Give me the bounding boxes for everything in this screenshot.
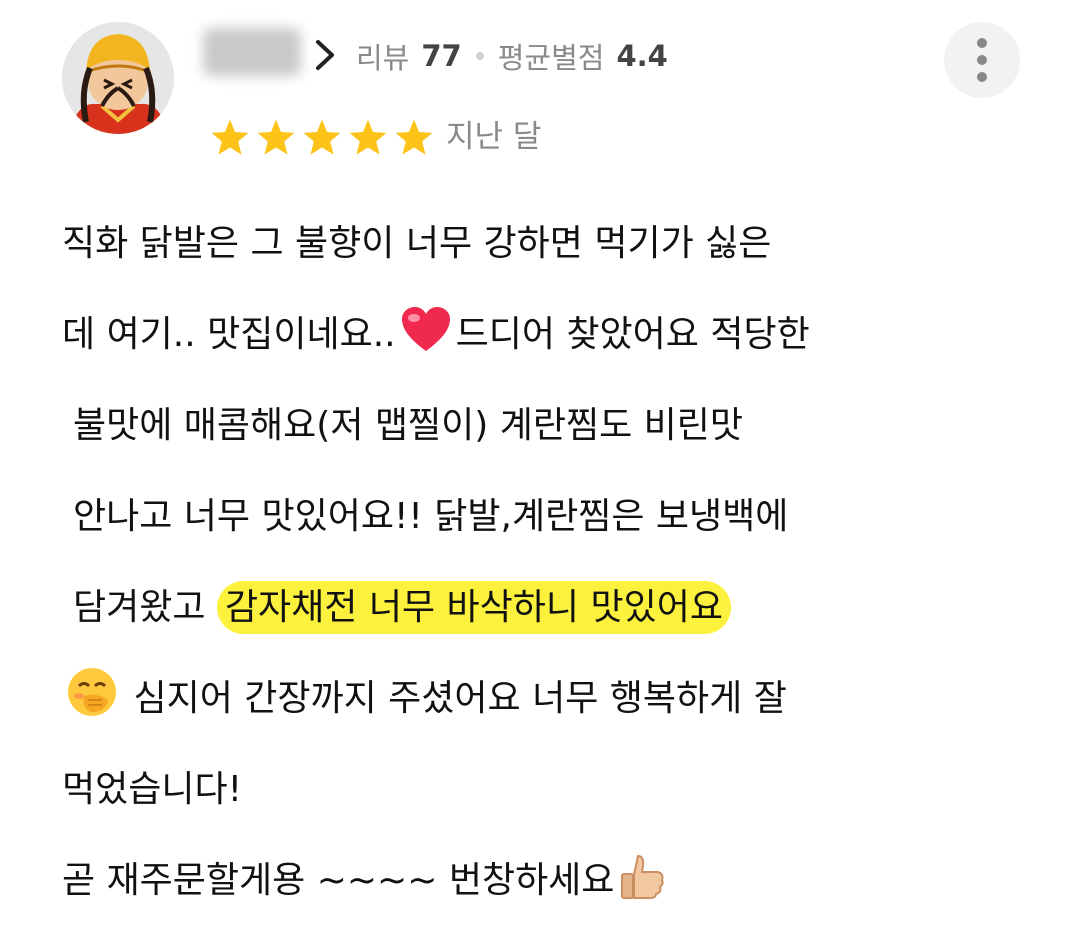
star-icon bbox=[349, 119, 387, 155]
review-date: 지난 달 bbox=[446, 119, 542, 155]
separator-dot bbox=[475, 52, 484, 60]
chevron-right-icon[interactable] bbox=[312, 38, 338, 72]
more-options-button[interactable] bbox=[944, 22, 1020, 98]
face-with-hand-over-mouth-emoji bbox=[68, 668, 116, 716]
star-icon bbox=[303, 119, 341, 155]
review-line: 안나고 너무 맛있어요!! 닭발,계란찜은 보냉백에 bbox=[73, 496, 789, 537]
highlighted-text: 감자채전 너무 바삭하니 맛있어요 bbox=[216, 581, 731, 634]
avg-rating-value: 4.4 bbox=[616, 39, 668, 73]
review-text-segment: 심지어 간장까지 주셨어요 너무 행복하게 잘 bbox=[133, 678, 787, 719]
review-line: 먹었습니다! bbox=[62, 769, 243, 810]
review-text-segment: 데 여기.. 맛집이네요.. bbox=[62, 314, 396, 355]
review-line: 담겨왔고 감자채전 너무 바삭하니 맛있어요 bbox=[62, 562, 1052, 653]
review-line: 직화 닭발은 그 불향이 너무 강하면 먹기가 싫은 bbox=[62, 223, 772, 264]
review-text-segment: 드디어 찾았어요 적당한 bbox=[455, 314, 810, 355]
avg-rating-label: 평균별점 bbox=[497, 41, 605, 75]
avatar-character-icon bbox=[62, 22, 174, 134]
heart-emoji bbox=[401, 307, 450, 351]
reviewer-meta: 리뷰 77 평균별점 4.4 bbox=[356, 34, 668, 78]
username-blurred[interactable] bbox=[203, 28, 301, 76]
review-text-segment: 곧 재주문할게용 ~~~~ 번창하세요 bbox=[62, 860, 615, 901]
review-line: 불맛에 매콤해요(저 맵찔이) 계란찜도 비린맛 bbox=[73, 405, 744, 446]
review-text-segment: 담겨왔고 bbox=[73, 587, 206, 628]
review-line: 심지어 간장까지 주셨어요 너무 행복하게 잘 bbox=[62, 653, 1052, 744]
star-icon bbox=[211, 119, 249, 155]
star-icon bbox=[395, 119, 433, 155]
more-vertical-icon bbox=[977, 38, 987, 48]
star-icon bbox=[257, 119, 295, 155]
thumbs-up-emoji bbox=[621, 854, 665, 899]
review-count-value: 77 bbox=[421, 39, 462, 73]
rating-stars bbox=[208, 117, 438, 159]
review-count-label: 리뷰 bbox=[356, 41, 410, 75]
avatar[interactable] bbox=[62, 22, 174, 134]
review-line: 곧 재주문할게용 ~~~~ 번창하세요 bbox=[62, 835, 1052, 926]
review-text: 직화 닭발은 그 불향이 너무 강하면 먹기가 싫은 데 여기.. 맛집이네요.… bbox=[62, 198, 1052, 926]
review-line: 데 여기.. 맛집이네요.. 드디어 찾았어요 적당한 bbox=[62, 289, 1052, 380]
